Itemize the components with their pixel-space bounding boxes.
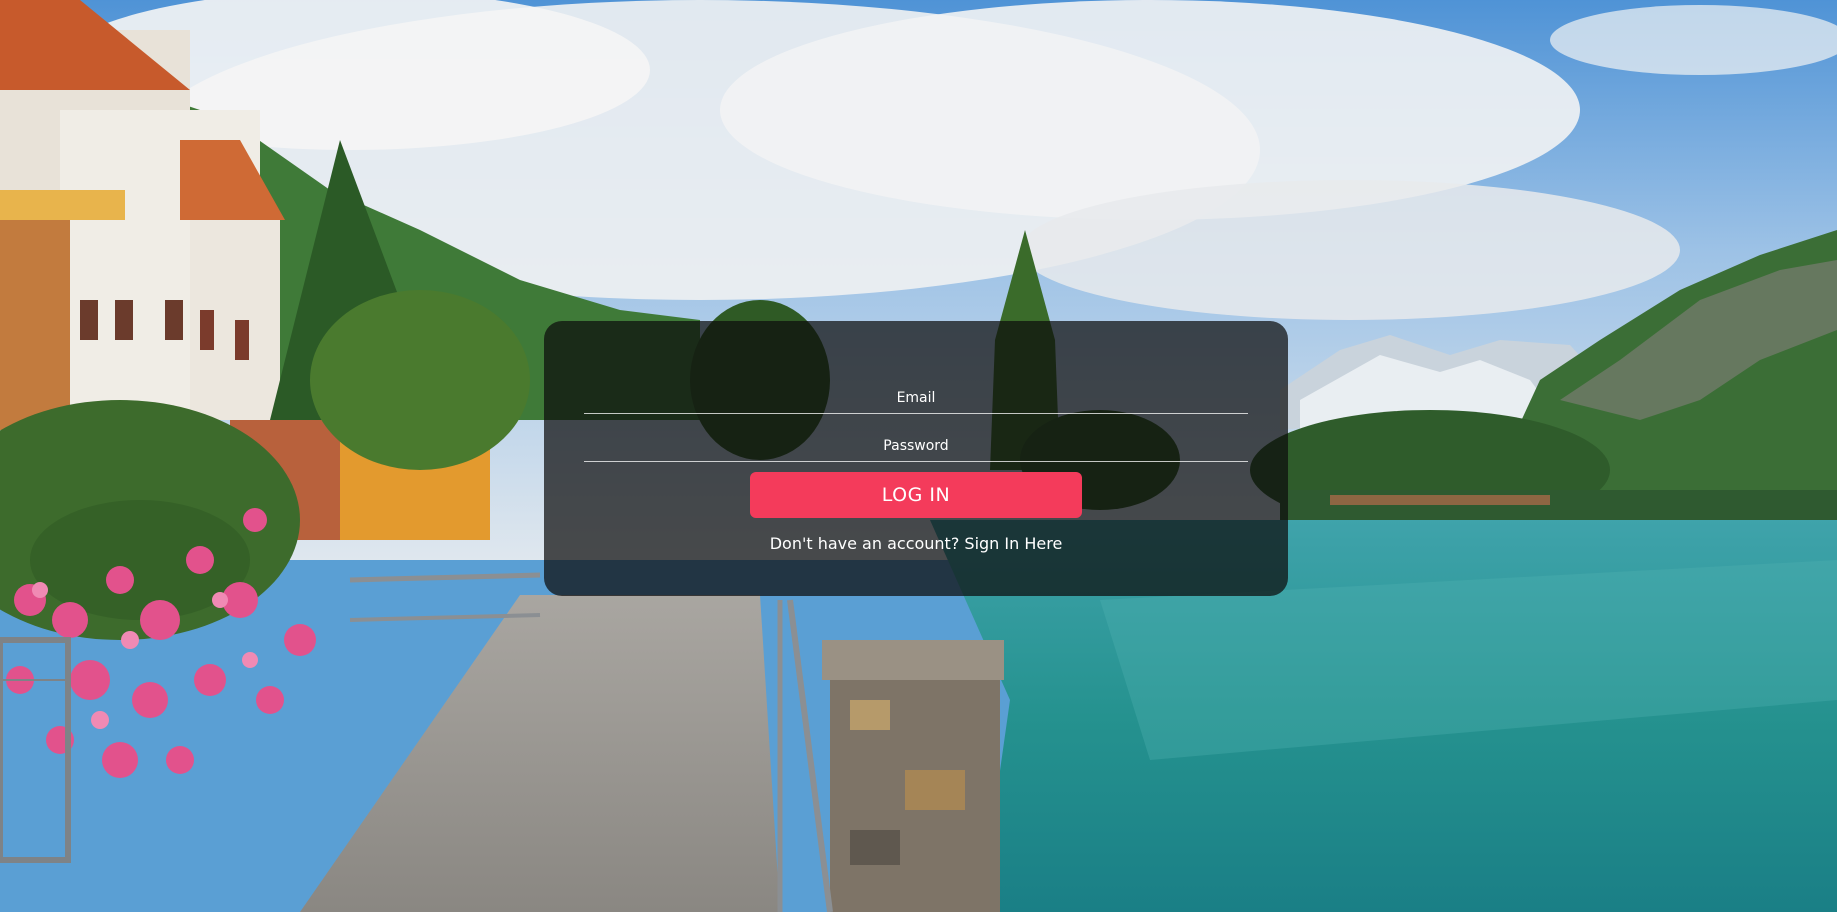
page: LOG IN Don't have an account? Sign In He…: [0, 0, 1837, 912]
email-input[interactable]: [584, 387, 1248, 409]
password-input[interactable]: [584, 435, 1248, 457]
email-field-wrapper: [584, 365, 1248, 414]
login-card: LOG IN Don't have an account? Sign In He…: [544, 321, 1288, 596]
signup-link[interactable]: Sign In Here: [964, 534, 1062, 553]
signup-prompt: Don't have an account? Sign In Here: [544, 534, 1288, 553]
signup-prompt-text: Don't have an account?: [769, 534, 965, 553]
password-field-wrapper: [584, 413, 1248, 462]
login-button[interactable]: LOG IN: [750, 472, 1082, 518]
